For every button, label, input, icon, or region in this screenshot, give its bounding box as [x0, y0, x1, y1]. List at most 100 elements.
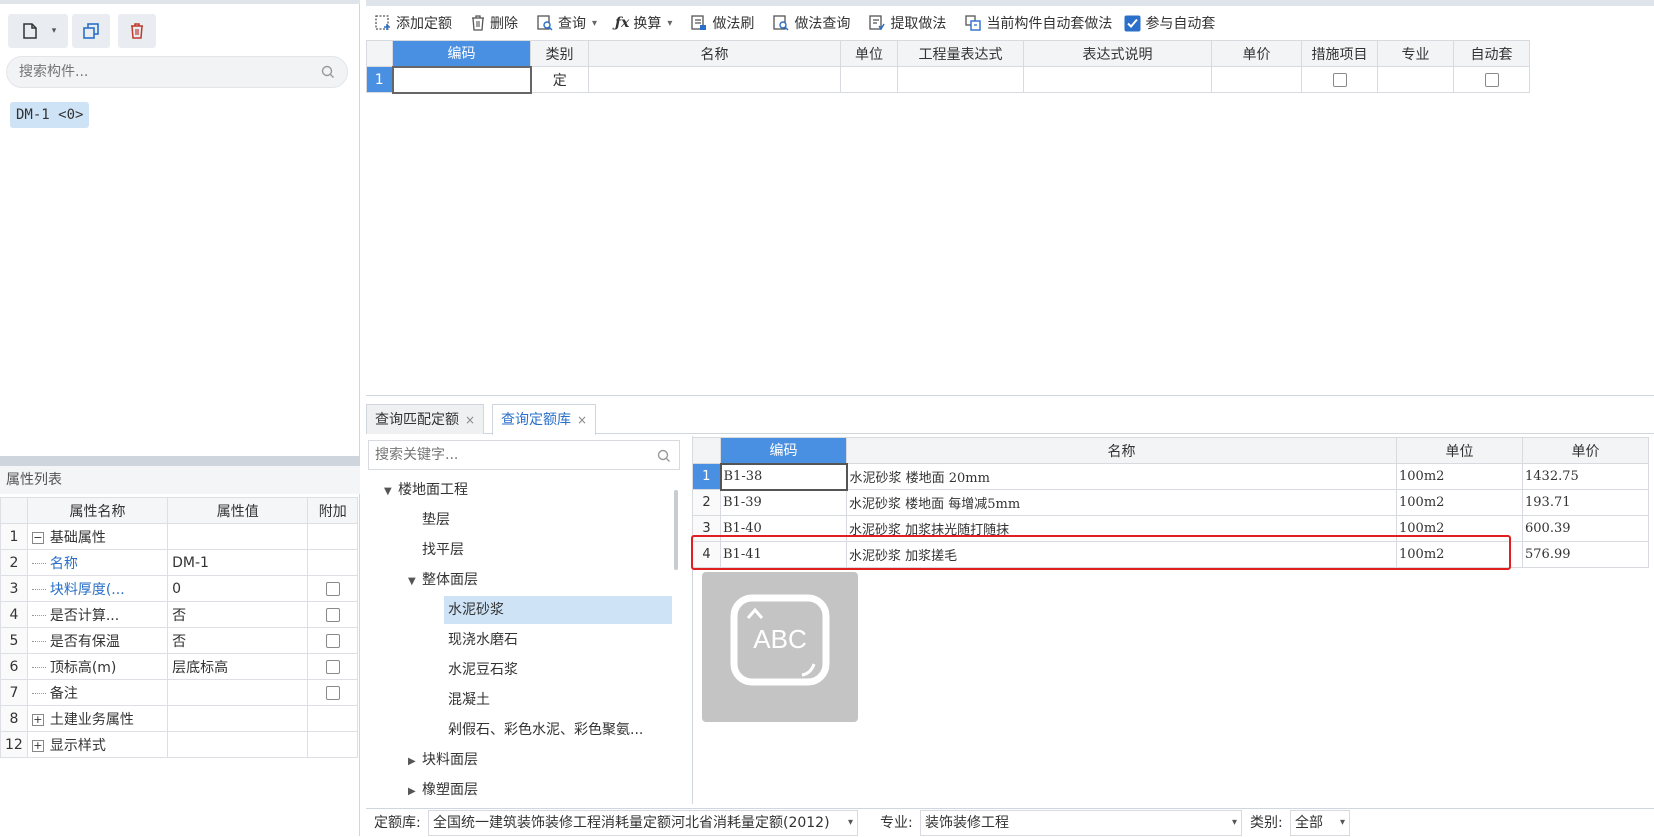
- col-code[interactable]: 编码: [392, 40, 531, 67]
- prop-value-cell[interactable]: [167, 523, 309, 550]
- search-icon[interactable]: [321, 65, 335, 79]
- prop-value-cell[interactable]: 层底标高: [167, 653, 309, 680]
- library-search-input[interactable]: [369, 441, 639, 469]
- props-splitter[interactable]: [0, 456, 360, 466]
- library-code-cell[interactable]: B1-39: [720, 489, 847, 516]
- lib-col-price[interactable]: 单价: [1522, 437, 1649, 464]
- prop-extra-cell[interactable]: [307, 679, 358, 706]
- library-row[interactable]: 2 B1-39 水泥砂浆 楼地面 每增减5mm 100m2 193.71: [692, 489, 1649, 516]
- library-unit-cell[interactable]: 100m2: [1396, 463, 1523, 490]
- col-major[interactable]: 专业: [1377, 40, 1454, 67]
- tree-item-integral[interactable]: ▼ 整体面层: [408, 566, 478, 594]
- col-unit[interactable]: 单位: [840, 40, 898, 67]
- auto-checkbox[interactable]: [1484, 72, 1499, 87]
- method-brush-button[interactable]: 做法刷: [682, 8, 764, 38]
- tree-item-cement-mortar[interactable]: 水泥砂浆: [444, 596, 672, 624]
- col-type[interactable]: 类别: [530, 40, 589, 67]
- library-select[interactable]: 全国统一建筑装饰装修工程消耗量定额河北省消耗量定额(2012) ▾: [428, 810, 858, 836]
- tree-item-concrete[interactable]: 混凝土: [448, 686, 490, 714]
- lib-col-name[interactable]: 名称: [846, 437, 1397, 464]
- library-unit-cell[interactable]: 100m2: [1396, 489, 1523, 516]
- prop-extra-cell[interactable]: [307, 575, 358, 602]
- lib-col-unit[interactable]: 单位: [1396, 437, 1523, 464]
- props-row[interactable]: 1− 基础属性: [0, 523, 358, 550]
- tree-item-floor[interactable]: ▼ 楼地面工程: [384, 476, 468, 504]
- search-icon[interactable]: [657, 449, 671, 463]
- prop-value-cell[interactable]: 否: [167, 601, 309, 628]
- tree-item-granite[interactable]: 剁假石、彩色水泥、彩色聚氨...: [448, 716, 643, 744]
- library-price-cell[interactable]: 1432.75: [1522, 463, 1649, 490]
- auto-apply-current-button[interactable]: 当前构件自动套做法: [956, 8, 1122, 38]
- prop-extra-checkbox[interactable]: [325, 633, 340, 648]
- name-cell[interactable]: [588, 66, 841, 93]
- checkbox-checked-icon[interactable]: [1124, 15, 1141, 32]
- expr-desc-cell[interactable]: [1023, 66, 1212, 93]
- props-row[interactable]: 8 + 土建业务属性: [0, 705, 358, 732]
- col-name[interactable]: 名称: [588, 40, 841, 67]
- prop-value-cell[interactable]: DM-1: [167, 549, 309, 576]
- close-icon[interactable]: ×: [465, 413, 475, 427]
- library-name-cell[interactable]: 水泥砂浆 楼地面 20mm: [846, 463, 1397, 490]
- tree-item-cement-pebble[interactable]: 水泥豆石浆: [448, 656, 518, 684]
- delete-button[interactable]: 删除: [462, 8, 528, 38]
- add-quota-button[interactable]: 添加定额: [366, 8, 462, 38]
- lib-col-code[interactable]: 编码: [720, 437, 847, 464]
- tree-item-rubber[interactable]: ▶ 橡塑面层: [408, 776, 478, 804]
- participate-auto-toggle[interactable]: 参与自动套: [1122, 8, 1225, 38]
- component-search-input[interactable]: [7, 57, 307, 87]
- prop-extra-checkbox[interactable]: [325, 581, 340, 596]
- tab-quota-library[interactable]: 查询定额库 ×: [492, 404, 597, 435]
- prop-value-cell[interactable]: 否: [167, 627, 309, 654]
- col-price[interactable]: 单价: [1211, 40, 1302, 67]
- tree-item-cushion[interactable]: 垫层: [422, 506, 450, 534]
- tree-item-block[interactable]: ▶ 块料面层: [408, 746, 478, 774]
- prop-extra-checkbox[interactable]: [325, 659, 340, 674]
- props-row[interactable]: 6 顶标高(m) 层底标高: [0, 653, 358, 680]
- prop-extra-cell[interactable]: [307, 705, 358, 732]
- major-cell[interactable]: [1377, 66, 1454, 93]
- col-expr-desc[interactable]: 表达式说明: [1023, 40, 1212, 67]
- method-query-button[interactable]: 做法查询: [764, 8, 860, 38]
- library-code-cell[interactable]: B1-38: [719, 462, 848, 491]
- copy-component-button[interactable]: [72, 14, 110, 48]
- unit-cell[interactable]: [840, 66, 898, 93]
- props-row[interactable]: 5 是否有保温 否: [0, 627, 358, 654]
- prop-value-cell[interactable]: [167, 679, 309, 706]
- convert-button[interactable]: ƒx 换算 ▾: [607, 8, 682, 38]
- prop-extra-cell[interactable]: [307, 523, 358, 550]
- delete-component-button[interactable]: [118, 14, 156, 48]
- new-component-button[interactable]: ▾: [8, 14, 68, 48]
- extract-method-button[interactable]: 提取做法: [860, 8, 956, 38]
- collapse-icon[interactable]: −: [31, 531, 44, 544]
- close-icon[interactable]: ×: [577, 413, 587, 427]
- expand-icon[interactable]: +: [31, 713, 44, 726]
- category-select[interactable]: 全部 ▾: [1290, 810, 1350, 836]
- tree-scrollbar[interactable]: [674, 490, 678, 570]
- query-button[interactable]: 查询 ▾: [528, 8, 607, 38]
- tree-item-leveling[interactable]: 找平层: [422, 536, 464, 564]
- prop-extra-cell[interactable]: [307, 653, 358, 680]
- measure-cell[interactable]: [1301, 66, 1378, 93]
- col-expr[interactable]: 工程量表达式: [897, 40, 1024, 67]
- col-auto[interactable]: 自动套: [1453, 40, 1530, 67]
- type-cell[interactable]: 定: [530, 66, 589, 93]
- prop-extra-checkbox[interactable]: [325, 685, 340, 700]
- props-row[interactable]: 4 是否计算... 否: [0, 601, 358, 628]
- major-select[interactable]: 装饰装修工程 ▾: [920, 810, 1242, 836]
- prop-extra-cell[interactable]: [307, 627, 358, 654]
- prop-extra-cell[interactable]: [307, 601, 358, 628]
- prop-value-cell[interactable]: 0: [167, 575, 309, 602]
- col-measure[interactable]: 措施项目: [1301, 40, 1378, 67]
- props-row[interactable]: 3 块料厚度(... 0: [0, 575, 358, 602]
- price-cell[interactable]: [1211, 66, 1302, 93]
- expr-cell[interactable]: [897, 66, 1024, 93]
- library-price-cell[interactable]: 193.71: [1522, 489, 1649, 516]
- prop-extra-cell[interactable]: [307, 731, 358, 758]
- prop-extra-cell[interactable]: [307, 549, 358, 576]
- props-row[interactable]: 2 名称 DM-1: [0, 549, 358, 576]
- library-price-cell[interactable]: 600.39: [1522, 515, 1649, 542]
- tab-match-quota[interactable]: 查询匹配定额 ×: [366, 404, 485, 434]
- props-row[interactable]: 7 备注: [0, 679, 358, 706]
- prop-extra-checkbox[interactable]: [325, 607, 340, 622]
- prop-value-cell[interactable]: [167, 731, 309, 758]
